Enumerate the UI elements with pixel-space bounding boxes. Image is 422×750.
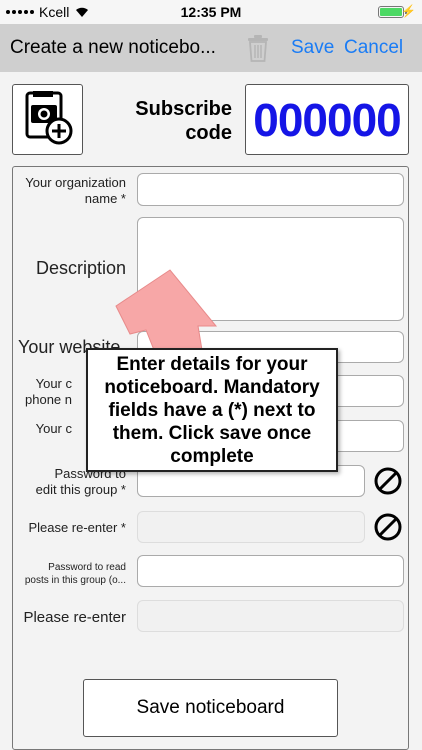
reenter-read-password-label: Please re-enter	[23, 609, 126, 626]
reenter-password-label: Please re-enter *	[28, 520, 126, 535]
description-label: Description	[35, 258, 126, 278]
ban-icon[interactable]	[373, 466, 403, 496]
page-title: Create a new noticebo...	[10, 37, 216, 58]
subscribe-code-value: 000000	[253, 93, 401, 146]
tooltip-text: Enter details for your noticeboard. Mand…	[104, 353, 320, 467]
help-tooltip[interactable]: Enter details for your noticeboard. Mand…	[86, 348, 338, 472]
read-password-label: Password to read posts in this group (o.…	[24, 562, 126, 586]
read-password-input[interactable]	[137, 555, 404, 587]
contact-label: Your c	[35, 421, 72, 436]
cancel-button[interactable]: Cancel	[344, 37, 403, 59]
save-noticeboard-button[interactable]: Save noticeboard	[83, 679, 338, 737]
save-button[interactable]: Save	[291, 37, 334, 59]
status-bar: Kcell 12:35 PM ⚡	[0, 0, 422, 24]
org-name-input[interactable]	[137, 173, 404, 206]
navigation-bar: Create a new noticebo... Save Cancel	[0, 24, 422, 72]
arrow-up-icon	[115, 269, 218, 350]
add-photo-icon	[25, 90, 72, 144]
charging-icon: ⚡	[401, 4, 416, 18]
status-time: 12:35 PM	[180, 4, 242, 20]
subscribe-code-display: 000000	[245, 84, 409, 155]
subscribe-code-label: Subscribe code	[135, 98, 232, 144]
trash-icon[interactable]	[246, 34, 270, 62]
add-photo-button[interactable]	[12, 84, 83, 155]
reenter-read-password-input[interactable]	[137, 600, 404, 632]
phone-label: Your c phone n	[25, 376, 72, 407]
reenter-password-input[interactable]	[137, 511, 365, 543]
ban-icon[interactable]	[373, 512, 403, 542]
org-name-label: Your organization name *	[25, 175, 126, 206]
